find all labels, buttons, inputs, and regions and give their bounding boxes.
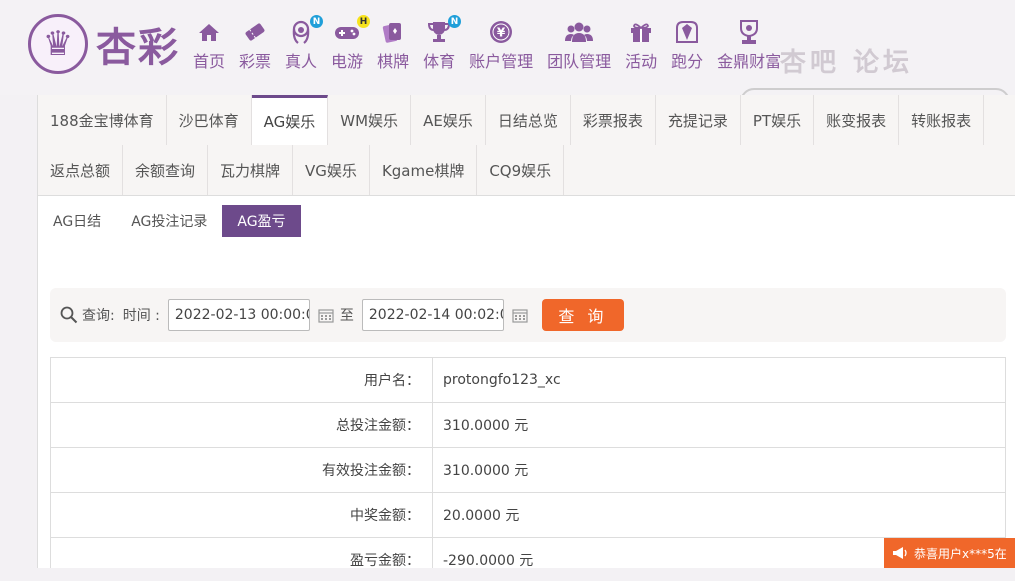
start-date-input[interactable] bbox=[167, 299, 310, 331]
report-tab-8[interactable]: PT娱乐 bbox=[741, 95, 815, 145]
yen-coin-icon: ¥ bbox=[488, 18, 514, 46]
to-label: 至 bbox=[339, 308, 354, 324]
result-table: 用户名： protongfo123_xc 总投注金额： 310.0000 元有效投注金… bbox=[50, 357, 1006, 581]
row-label: 有效投注金额： bbox=[50, 447, 433, 493]
nav-item-8[interactable]: 活动 bbox=[618, 18, 664, 72]
report-tab-4[interactable]: AE娱乐 bbox=[411, 95, 486, 145]
end-date-input[interactable] bbox=[361, 299, 504, 331]
main-nav: 首页 彩票 N 真人 H 电游 棋牌 N 体育 ¥ 账户管理 团队管理 活动 跑分 金鼎财富 bbox=[186, 15, 788, 72]
svg-text:¥: ¥ bbox=[497, 26, 506, 40]
report-tab-3[interactable]: WM娱乐 bbox=[328, 95, 412, 145]
nav-item-label: 真人 bbox=[285, 52, 318, 71]
nav-item-2[interactable]: N 真人 bbox=[278, 15, 324, 72]
winner-notice-text: 恭喜用户x***5在 bbox=[914, 546, 1007, 561]
report-tabs: 188金宝博体育 沙巴体育 AG娱乐 WM娱乐 AE娱乐 日结总览 彩票报表 充提记录 PT娱乐… bbox=[38, 95, 1015, 196]
logo-text: 杏彩 bbox=[96, 24, 180, 71]
nav-item-label: 体育 bbox=[423, 52, 456, 71]
team-icon bbox=[565, 18, 594, 46]
top-header: ♛ 杏彩 首页 彩票 N 真人 H 电游 棋牌 N 体育 ¥ 账户管理 团队管理 活动 跑分 金鼎财富 杏吧… bbox=[0, 0, 1015, 146]
query-label: 查询: bbox=[82, 308, 115, 324]
row-label: 中奖金额： bbox=[50, 492, 433, 538]
nav-badge: N bbox=[448, 15, 462, 28]
nav-item-9[interactable]: 跑分 bbox=[664, 18, 710, 72]
nav-item-10[interactable]: 金鼎财富 bbox=[710, 18, 788, 72]
report-tab-5[interactable]: 日结总览 bbox=[486, 95, 571, 145]
subtab-0[interactable]: AG日结 bbox=[50, 205, 116, 237]
report-tab-6[interactable]: 彩票报表 bbox=[571, 95, 656, 145]
nav-item-label: 棋牌 bbox=[377, 52, 410, 71]
ag-subtabs: AG日结 AG投注记录 AG盈亏 bbox=[50, 205, 301, 237]
row-value: protongfo123_xc bbox=[432, 357, 1006, 403]
nav-item-label: 金鼎财富 bbox=[717, 52, 782, 71]
table-row: 总投注金额： 310.0000 元 bbox=[50, 402, 1006, 448]
nav-item-label: 活动 bbox=[625, 52, 658, 71]
nav-item-label: 彩票 bbox=[239, 52, 272, 71]
nav-item-1[interactable]: 彩票 bbox=[232, 18, 278, 72]
nav-item-4[interactable]: 棋牌 bbox=[370, 18, 416, 72]
megaphone-icon bbox=[893, 547, 907, 559]
trophy-icon: N bbox=[427, 15, 462, 46]
nav-item-label: 跑分 bbox=[671, 52, 704, 71]
row-value: 310.0000 元 bbox=[432, 402, 1006, 448]
gamepad-icon: H bbox=[334, 15, 371, 46]
report-tab-13[interactable]: 瓦力棋牌 bbox=[208, 145, 294, 195]
watermark-text: 杏吧 论坛 bbox=[780, 48, 914, 78]
home-icon bbox=[198, 18, 220, 46]
row-label: 用户名： bbox=[50, 357, 433, 403]
nav-badge: N bbox=[310, 15, 324, 28]
brand-logo[interactable]: ♛ 杏彩 bbox=[28, 14, 180, 74]
calendar-icon[interactable] bbox=[512, 307, 528, 323]
report-tab-11[interactable]: 返点总额 bbox=[38, 145, 124, 195]
table-row: 有效投注金额： 310.0000 元 bbox=[50, 447, 1006, 493]
table-row: 中奖金额： 20.0000 元 bbox=[50, 492, 1006, 538]
query-button[interactable]: 查 询 bbox=[541, 299, 624, 331]
subtab-1[interactable]: AG投注记录 bbox=[116, 205, 222, 237]
subtab-2[interactable]: AG盈亏 bbox=[222, 205, 301, 237]
report-tab-1[interactable]: 沙巴体育 bbox=[167, 95, 252, 145]
gift-icon bbox=[629, 18, 653, 46]
report-tab-15[interactable]: Kgame棋牌 bbox=[370, 145, 478, 195]
cards-icon bbox=[382, 18, 404, 46]
trophy-cup-icon bbox=[736, 18, 762, 46]
nav-item-label: 账户管理 bbox=[469, 52, 534, 71]
bottom-strip bbox=[0, 568, 1015, 581]
calendar-icon[interactable] bbox=[318, 307, 334, 323]
winner-notice[interactable]: 恭喜用户x***5在 bbox=[884, 538, 1015, 568]
nav-item-0[interactable]: 首页 bbox=[186, 18, 232, 72]
report-tab-9[interactable]: 账变报表 bbox=[814, 95, 900, 145]
nav-item-7[interactable]: 团队管理 bbox=[540, 18, 618, 72]
nav-item-5[interactable]: N 体育 bbox=[416, 15, 462, 72]
live-dealer-icon: N bbox=[289, 15, 324, 46]
row-label: 总投注金额： bbox=[50, 402, 433, 448]
nav-item-label: 团队管理 bbox=[547, 52, 612, 71]
report-tab-16[interactable]: CQ9娱乐 bbox=[477, 145, 565, 195]
report-tab-14[interactable]: VG娱乐 bbox=[293, 145, 370, 195]
logo-emblem-icon: ♛ bbox=[28, 14, 88, 74]
nav-item-6[interactable]: ¥ 账户管理 bbox=[462, 18, 540, 72]
nav-item-3[interactable]: H 电游 bbox=[324, 15, 371, 72]
search-icon bbox=[60, 306, 78, 324]
report-tab-7[interactable]: 充提记录 bbox=[656, 95, 741, 145]
lottery-ticket-icon bbox=[243, 18, 267, 46]
report-tab-2[interactable]: AG娱乐 bbox=[251, 95, 329, 145]
table-row: 用户名： protongfo123_xc bbox=[50, 357, 1006, 403]
time-label: 时间 : bbox=[122, 308, 160, 324]
report-tab-0[interactable]: 188金宝博体育 bbox=[38, 95, 167, 145]
nav-item-label: 首页 bbox=[193, 52, 226, 71]
row-value: 310.0000 元 bbox=[432, 447, 1006, 493]
nav-item-label: 电游 bbox=[331, 52, 364, 71]
search-bar: 查询: 时间 : 至 查 询 bbox=[50, 288, 1006, 342]
report-panel: 188金宝博体育 沙巴体育 AG娱乐 WM娱乐 AE娱乐 日结总览 彩票报表 充提记录 PT娱乐… bbox=[37, 95, 1015, 581]
running-score-icon bbox=[673, 18, 701, 46]
report-tab-12[interactable]: 余额查询 bbox=[123, 145, 209, 195]
row-value: 20.0000 元 bbox=[432, 492, 1006, 538]
report-tab-10[interactable]: 转账报表 bbox=[899, 95, 985, 145]
nav-badge: H bbox=[357, 15, 371, 28]
